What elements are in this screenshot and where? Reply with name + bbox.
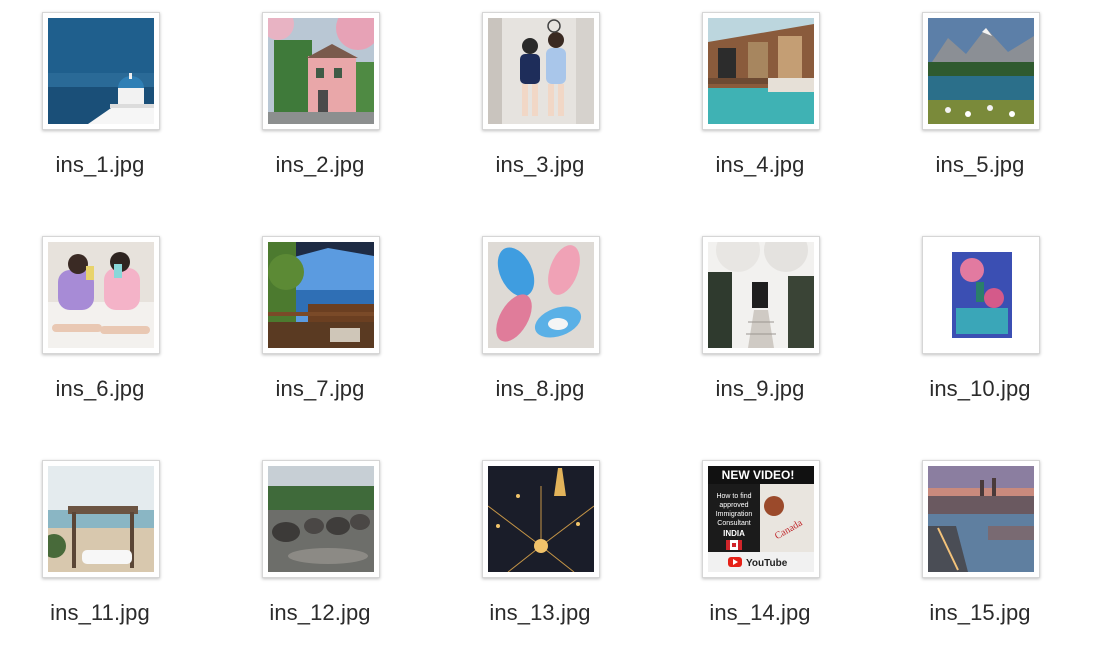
poster-headline: NEW VIDEO! [722,468,795,482]
thumbnail-frame[interactable] [702,12,820,130]
file-item[interactable]: ins_4.jpg [660,12,860,212]
file-name-label: ins_5.jpg [935,152,1025,177]
file-item[interactable]: ins_10.jpg [880,236,1080,436]
file-name-label: ins_13.jpg [489,600,591,625]
thumbnail-frame[interactable] [42,12,160,130]
file-name-label: ins_14.jpg [709,600,811,625]
file-name-label: ins_1.jpg [55,152,145,177]
thumbnail-frame[interactable] [482,12,600,130]
thumbnail-frame[interactable] [482,236,600,354]
poster-brand: YouTube [746,558,788,569]
thumbnail-frame[interactable] [922,12,1040,130]
file-name-label: ins_15.jpg [929,600,1031,625]
thumbnail-frame[interactable] [42,460,160,578]
file-name-label: ins_7.jpg [275,376,365,401]
thumbnail-frame[interactable] [702,236,820,354]
file-item[interactable]: ins_3.jpg [440,12,640,212]
immigration-video-poster-icon: NEW VIDEO! How to find approved Immigrat… [708,466,814,572]
poster-line1: How to find [716,493,751,500]
file-name-label: ins_8.jpg [495,376,585,401]
santorini-dome-icon [48,18,154,124]
sneakers-icon [488,242,594,348]
pink-flower-painting-icon [928,242,1034,348]
file-name-label: ins_6.jpg [55,376,145,401]
file-grid: ins_1.jpg ins_2.jpg ins_3.jpg ins_4.jpg … [0,0,1096,668]
file-name-label: ins_3.jpg [495,152,585,177]
poster-line3: Immigration [716,511,753,518]
thumbnail-frame[interactable] [262,12,380,130]
file-item[interactable]: ins_7.jpg [220,236,420,436]
elephants-river-icon [268,466,374,572]
thumbnail-frame[interactable]: NEW VIDEO! How to find approved Immigrat… [702,460,820,578]
file-item[interactable]: NEW VIDEO! How to find approved Immigrat… [660,460,860,660]
poster-country: INDIA [723,529,745,538]
thumbnail-frame[interactable] [42,236,160,354]
balcony-sea-view-icon [268,242,374,348]
file-item[interactable]: ins_6.jpg [0,236,200,436]
file-name-label: ins_9.jpg [715,376,805,401]
file-item[interactable]: ins_8.jpg [440,236,640,436]
file-name-label: ins_2.jpg [275,152,365,177]
file-item[interactable]: ins_13.jpg [440,460,640,660]
file-name-label: ins_10.jpg [929,376,1031,401]
file-item[interactable]: ins_15.jpg [880,460,1080,660]
file-name-label: ins_4.jpg [715,152,805,177]
girls-on-bed-icon [48,242,154,348]
two-girls-mirror-icon [488,18,594,124]
mountain-lake-icon [928,18,1034,124]
paris-night-aerial-icon [488,466,594,572]
poster-line2: approved [719,502,748,509]
thumbnail-frame[interactable] [922,460,1040,578]
prague-bridge-dusk-icon [928,466,1034,572]
file-name-label: ins_11.jpg [50,600,150,625]
white-townhouse-icon [708,242,814,348]
file-item[interactable]: ins_1.jpg [0,12,200,212]
file-item[interactable]: ins_2.jpg [220,12,420,212]
pink-house-blossom-icon [268,18,374,124]
poster-line4: Consultant [717,520,751,527]
overwater-villa-icon [708,18,814,124]
beach-cabana-icon [48,466,154,572]
file-item[interactable]: ins_12.jpg [220,460,420,660]
file-item[interactable]: ins_11.jpg [0,460,200,660]
file-item[interactable]: ins_5.jpg [880,12,1080,212]
thumbnail-frame[interactable] [262,236,380,354]
thumbnail-frame[interactable] [482,460,600,578]
thumbnail-frame[interactable] [922,236,1040,354]
thumbnail-frame[interactable] [262,460,380,578]
file-item[interactable]: ins_9.jpg [660,236,860,436]
file-name-label: ins_12.jpg [269,600,371,625]
